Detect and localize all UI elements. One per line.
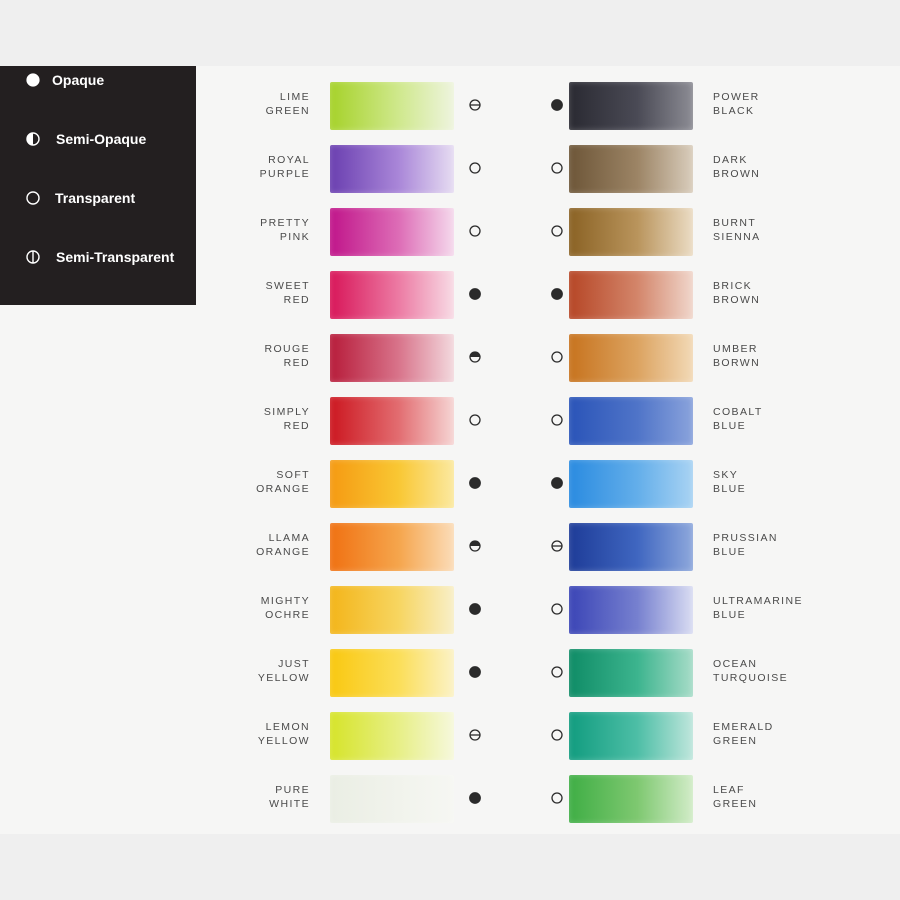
color-name: BURNT SIENNA xyxy=(713,216,805,244)
opaque-marker-icon xyxy=(550,287,564,301)
color-swatch-ultramarine-blue xyxy=(569,586,693,634)
transparent-marker-icon xyxy=(550,161,564,175)
color-name-line1: PRUSSIAN xyxy=(713,532,778,544)
color-name-line2: BROWN xyxy=(713,294,761,306)
color-row-emerald-green: EMERALD GREEN xyxy=(0,710,900,760)
color-name-line2: BORWN xyxy=(713,357,761,369)
color-name-line2: BLUE xyxy=(713,546,747,558)
color-name: OCEAN TURQUOISE xyxy=(713,657,805,685)
opaque-marker-icon xyxy=(550,98,564,112)
color-name-line1: DARK xyxy=(713,154,748,166)
transparent-marker-icon xyxy=(550,728,564,742)
color-swatch-sky-blue xyxy=(569,460,693,508)
color-row-ocean-turquoise: OCEAN TURQUOISE xyxy=(0,647,900,697)
color-name: POWER BLACK xyxy=(713,90,805,118)
color-name-line1: POWER xyxy=(713,91,760,103)
color-row-burnt-sienna: BURNT SIENNA xyxy=(0,206,900,256)
color-row-brick-brown: BRICK BROWN xyxy=(0,269,900,319)
color-row-cobalt-blue: COBALT BLUE xyxy=(0,395,900,445)
transparent-marker-icon xyxy=(550,413,564,427)
color-swatch-umber-borwn xyxy=(569,334,693,382)
color-swatch-power-black xyxy=(569,82,693,130)
color-swatch-brick-brown xyxy=(569,271,693,319)
color-swatch-leaf-green xyxy=(569,775,693,823)
color-swatch-prussian-blue xyxy=(569,523,693,571)
color-name-line2: GREEN xyxy=(713,798,758,810)
color-name: EMERALD GREEN xyxy=(713,720,805,748)
semi-transparent-marker-icon xyxy=(550,539,564,553)
color-name-line1: BRICK xyxy=(713,280,753,292)
opaque-marker-icon xyxy=(550,476,564,490)
color-name-line1: UMBER xyxy=(713,343,758,355)
color-swatch-cobalt-blue xyxy=(569,397,693,445)
color-swatch-emerald-green xyxy=(569,712,693,760)
color-name: COBALT BLUE xyxy=(713,405,805,433)
color-name: BRICK BROWN xyxy=(713,279,805,307)
color-name-line1: LEAF xyxy=(713,784,745,796)
transparent-marker-icon xyxy=(550,602,564,616)
color-name-line2: BLUE xyxy=(713,609,747,621)
color-name-line2: GREEN xyxy=(713,735,758,747)
color-name-line1: ULTRAMARINE xyxy=(713,595,803,607)
color-name: UMBER BORWN xyxy=(713,342,805,370)
color-row-umber-borwn: UMBER BORWN xyxy=(0,332,900,382)
color-row-prussian-blue: PRUSSIAN BLUE xyxy=(0,521,900,571)
transparent-marker-icon xyxy=(550,791,564,805)
color-name-line2: BLUE xyxy=(713,483,747,495)
color-row-leaf-green: LEAF GREEN xyxy=(0,773,900,823)
color-name-line2: BLACK xyxy=(713,105,755,117)
color-swatch-burnt-sienna xyxy=(569,208,693,256)
color-name: PRUSSIAN BLUE xyxy=(713,531,805,559)
color-name-line2: BLUE xyxy=(713,420,747,432)
color-row-dark-brown: DARK BROWN xyxy=(0,143,900,193)
color-name-line1: OCEAN xyxy=(713,658,758,670)
color-name-line2: TURQUOISE xyxy=(713,672,789,684)
color-name: LEAF GREEN xyxy=(713,783,805,811)
color-row-sky-blue: SKY BLUE xyxy=(0,458,900,508)
color-row-ultramarine-blue: ULTRAMARINE BLUE xyxy=(0,584,900,634)
color-name: DARK BROWN xyxy=(713,153,805,181)
color-name: ULTRAMARINE BLUE xyxy=(713,594,805,622)
transparent-marker-icon xyxy=(550,350,564,364)
color-name-line2: SIENNA xyxy=(713,231,761,243)
color-name-line1: SKY xyxy=(713,469,739,481)
color-swatch-ocean-turquoise xyxy=(569,649,693,697)
color-name-line2: BROWN xyxy=(713,168,761,180)
transparent-marker-icon xyxy=(550,224,564,238)
color-name-line1: COBALT xyxy=(713,406,763,418)
transparent-circle-icon xyxy=(26,191,40,205)
color-name: SKY BLUE xyxy=(713,468,805,496)
color-name-line1: EMERALD xyxy=(713,721,774,733)
color-row-power-black: POWER BLACK xyxy=(0,80,900,130)
color-swatch-dark-brown xyxy=(569,145,693,193)
color-name-line1: BURNT xyxy=(713,217,757,229)
transparent-marker-icon xyxy=(550,665,564,679)
